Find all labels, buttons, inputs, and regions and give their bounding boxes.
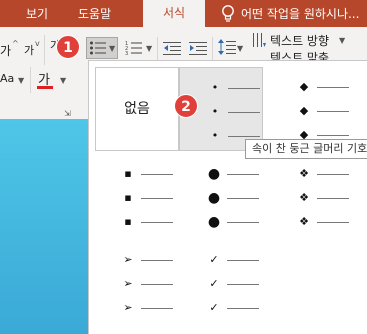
tab-help[interactable]: 도움말 bbox=[78, 4, 111, 24]
checkmark-icon: ✓ bbox=[209, 301, 219, 314]
small-square-icon: ▪ bbox=[124, 191, 132, 204]
bullet-option-arrow[interactable]: ➢ ➢ ➢ bbox=[95, 247, 179, 331]
tab-view[interactable]: 보기 bbox=[26, 4, 48, 24]
text-direction-icon bbox=[253, 33, 266, 47]
chevron-down-icon: ▼ bbox=[60, 76, 67, 85]
bullet-none-label: 없음 bbox=[124, 101, 150, 117]
font-shrink-button[interactable]: 가 bbox=[24, 42, 34, 58]
large-dot-icon: ● bbox=[207, 214, 221, 230]
shrink-arrow-icon: v bbox=[35, 39, 40, 48]
step-badge-1: 1 bbox=[56, 35, 80, 59]
bullet-option-large-dot[interactable]: ● ● ● bbox=[199, 157, 283, 241]
svg-text:3: 3 bbox=[125, 51, 128, 56]
bullet-list-icon bbox=[90, 41, 106, 55]
small-dot-icon: • bbox=[211, 105, 219, 118]
ribbon-separator bbox=[30, 67, 31, 93]
arrowhead-icon: ➢ bbox=[123, 277, 133, 290]
four-diamond-icon: ❖ bbox=[299, 215, 309, 228]
grow-arrow-icon: ^ bbox=[12, 39, 19, 48]
large-dot-icon: ● bbox=[207, 166, 221, 182]
line-spacing-icon[interactable] bbox=[218, 39, 236, 55]
font-grow-button[interactable]: 가 bbox=[0, 42, 11, 59]
ribbon-separator bbox=[157, 37, 158, 61]
checkmark-icon: ✓ bbox=[209, 277, 219, 290]
bullet-option-square[interactable]: ▪ ▪ ▪ bbox=[95, 157, 179, 241]
lightbulb-icon bbox=[222, 5, 234, 22]
ribbon-tab-bar: 보기 도움말 서식 어떤 작업을 원하시나... bbox=[0, 0, 367, 27]
small-square-icon: ▪ bbox=[124, 215, 132, 228]
small-dot-icon: • bbox=[211, 81, 219, 94]
slide-thumbnail bbox=[0, 119, 88, 334]
change-case-button[interactable]: Aa bbox=[0, 72, 14, 85]
dialog-launcher-icon[interactable]: ⇲ bbox=[64, 109, 71, 118]
chevron-down-icon: ▼ bbox=[339, 36, 346, 45]
bullet-option-checkmark[interactable]: ✓ ✓ ✓ bbox=[199, 247, 283, 331]
bullet-option-fleuron[interactable]: ❖ ❖ ❖ bbox=[275, 157, 359, 241]
chevron-down-icon: ▼ bbox=[146, 44, 153, 53]
bullets-button[interactable]: ▼ bbox=[86, 37, 118, 59]
checkmark-icon: ✓ bbox=[209, 253, 219, 266]
bullet-tooltip: 속이 찬 둥근 글머리 기호 bbox=[245, 139, 367, 159]
four-diamond-icon: ❖ bbox=[299, 167, 309, 180]
tab-format-label: 서식 bbox=[162, 6, 186, 20]
arrowhead-icon: ➢ bbox=[123, 301, 133, 314]
tab-format[interactable]: 서식 bbox=[143, 0, 205, 27]
four-diamond-icon: ❖ bbox=[299, 191, 309, 204]
large-dot-icon: ● bbox=[207, 190, 221, 206]
decrease-indent-icon[interactable] bbox=[163, 41, 181, 55]
ribbon-separator bbox=[212, 37, 213, 61]
diamond-icon: ◆ bbox=[299, 104, 309, 117]
step-badge-2: 2 bbox=[174, 94, 198, 118]
bullet-library-panel: 없음 • • • ◆ ◆ ◆ ▪ ▪ ▪ ● ● ● ❖ ❖ ❖ ➢ ➢ ➢ ✓… bbox=[88, 60, 367, 334]
chevron-down-icon: ▼ bbox=[237, 44, 244, 53]
bullet-option-none[interactable]: 없음 bbox=[95, 67, 179, 151]
small-square-icon: ▪ bbox=[124, 167, 132, 180]
ribbon-separator bbox=[44, 35, 45, 65]
chevron-down-icon: ▼ bbox=[18, 76, 25, 85]
tell-me-search[interactable]: 어떤 작업을 원하시나... bbox=[241, 4, 359, 24]
arrowhead-icon: ➢ bbox=[123, 253, 133, 266]
numbered-list-icon[interactable]: 1 2 3 bbox=[125, 40, 145, 56]
small-dot-icon: • bbox=[211, 129, 219, 142]
increase-indent-icon[interactable] bbox=[189, 41, 207, 55]
diamond-icon: ◆ bbox=[299, 80, 309, 93]
font-color-bar bbox=[37, 86, 53, 89]
chevron-down-icon: ▼ bbox=[109, 44, 116, 53]
text-direction-button[interactable]: 텍스트 방향 bbox=[270, 32, 329, 49]
